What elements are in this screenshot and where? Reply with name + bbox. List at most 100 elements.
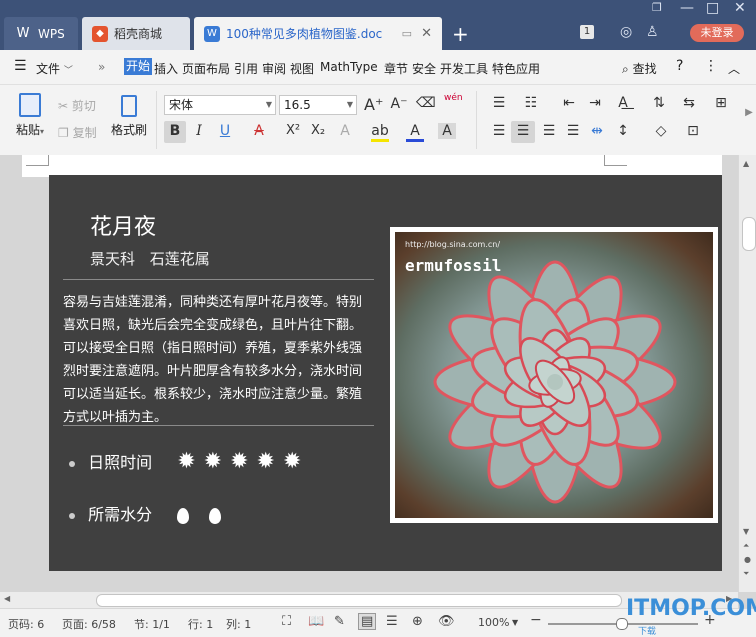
align-left-icon[interactable]: ☰ <box>490 123 508 139</box>
menu-tab-layout[interactable]: 页面布局 <box>182 60 230 77</box>
search-button[interactable]: ⌕ 查找 <box>622 60 657 77</box>
bold-button[interactable]: B <box>166 123 184 139</box>
line-spacing-icon[interactable]: ↕ <box>614 123 632 139</box>
prev-page-icon[interactable]: ⏶ <box>743 541 749 551</box>
shirt-icon[interactable]: ♙ <box>646 24 659 40</box>
numbering-icon[interactable]: ☷ <box>522 95 540 111</box>
font-color-button[interactable]: A <box>406 123 424 142</box>
scroll-left-icon[interactable]: ◀ <box>4 594 10 603</box>
subscript-button[interactable]: X₂ <box>309 123 327 138</box>
plant-photo: http://blog.sina.com.cn/ ermufossil <box>395 232 713 518</box>
table-tools-icon[interactable]: ⊞ <box>712 95 730 111</box>
sort-icon[interactable]: ⇅ <box>650 95 668 111</box>
restore-icon[interactable]: ❐ <box>652 1 662 14</box>
zoom-dropdown-icon[interactable]: ▼ <box>512 618 518 627</box>
skin-icon[interactable]: ◎ <box>620 24 632 40</box>
tab-wps-label: WPS <box>38 26 65 41</box>
shading-fill-icon[interactable]: ◇ <box>652 123 670 139</box>
more-menus-icon[interactable]: » <box>98 60 105 74</box>
font-name-select[interactable]: 宋体 ▼ <box>164 95 276 115</box>
menu-tab-review[interactable]: 审阅 <box>262 60 286 77</box>
menu-tab-view[interactable]: 视图 <box>290 60 314 77</box>
ribbon-scroll-icon[interactable]: ▶ <box>740 107 756 118</box>
new-tab-button[interactable]: + <box>452 22 469 46</box>
status-page-count[interactable]: 页面: 6/58 <box>62 616 116 632</box>
menu-tab-devtools[interactable]: 开发工具 <box>440 60 488 77</box>
help-icon[interactable]: ? <box>676 58 683 74</box>
scroll-thumb[interactable] <box>742 217 756 251</box>
scissors-icon: ✂ <box>58 99 69 113</box>
shrink-font-icon[interactable]: A⁻ <box>390 96 408 112</box>
format-painter-button[interactable]: 格式刷 <box>110 93 148 138</box>
reading-mode-icon[interactable]: 📖 <box>308 614 324 629</box>
hamburger-icon[interactable]: ☰ <box>14 58 27 74</box>
char-shading-button[interactable]: A <box>438 123 456 139</box>
decrease-indent-icon[interactable]: ⇤ <box>560 95 578 111</box>
status-column: 列: 1 <box>226 618 252 631</box>
file-menu[interactable]: 文件 ﹀ <box>36 60 73 77</box>
zoom-out-icon[interactable]: − <box>530 612 542 628</box>
justify-icon[interactable]: ☰ <box>564 123 582 139</box>
web-view-icon[interactable]: ⊕ <box>412 614 423 629</box>
title-bar: W WPS ◆ 稻壳商城 W 100种常见多肉植物图鉴.doc ▭ ✕ + 1 … <box>0 0 756 50</box>
clear-format-icon[interactable]: ⌫ <box>416 95 436 111</box>
menu-tab-insert[interactable]: 插入 <box>154 60 178 77</box>
next-page-icon[interactable]: ⏷ <box>743 569 749 579</box>
tab-document[interactable]: W 100种常见多肉植物图鉴.doc ▭ ✕ <box>194 17 442 50</box>
highlight-button[interactable]: ab <box>371 123 389 142</box>
superscript-button[interactable]: X² <box>284 123 302 138</box>
increase-indent-icon[interactable]: ⇥ <box>586 95 604 111</box>
chinese-layout-icon[interactable]: A͟ <box>614 95 632 111</box>
bullets-icon[interactable]: ☰ <box>490 95 508 111</box>
tab-close-icon[interactable]: ✕ <box>421 26 432 41</box>
font-size-select[interactable]: 16.5 ▼ <box>279 95 357 115</box>
border-icon[interactable]: ⊡ <box>684 123 702 139</box>
menu-tab-home[interactable]: 开始 <box>124 58 153 75</box>
paste-button[interactable]: 粘贴▾ <box>12 93 48 138</box>
menu-tab-reference[interactable]: 引用 <box>234 60 258 77</box>
menu-tab-features[interactable]: 特色应用 <box>492 60 540 77</box>
sun-icon: ✹ <box>230 449 257 474</box>
scroll-up-icon[interactable]: ▲ <box>743 159 749 168</box>
tab-docer-store[interactable]: ◆ 稻壳商城 <box>82 17 190 50</box>
pinyin-guide-icon[interactable]: wén <box>444 93 463 103</box>
plant-photo-frame[interactable]: http://blog.sina.com.cn/ ermufossil <box>390 227 718 523</box>
distributed-icon[interactable]: ⇹ <box>588 123 606 139</box>
window-count-badge[interactable]: 1 <box>580 25 594 39</box>
zoom-level[interactable]: 100% <box>478 616 509 629</box>
tab-float-icon[interactable]: ▭ <box>402 27 412 40</box>
italic-button[interactable]: I <box>190 123 208 139</box>
collapse-ribbon-icon[interactable]: ︿ <box>728 60 740 77</box>
vertical-scrollbar[interactable]: ▲ ▼ ⏶ ● ⏷ <box>738 155 756 592</box>
minimize-icon[interactable]: — <box>680 0 694 16</box>
underline-button[interactable]: U <box>216 123 234 139</box>
outline-view-icon[interactable]: ☰ <box>386 614 398 629</box>
page-view-icon[interactable]: ▤ <box>358 613 377 630</box>
menu-bar: ☰ 文件 ﹀ » 开始 插入 页面布局 引用 审阅 视图 MathType 章节… <box>0 50 756 85</box>
status-page-number[interactable]: 页码: 6 <box>8 616 44 632</box>
grow-font-icon[interactable]: A⁺ <box>364 95 383 114</box>
eye-protection-icon[interactable]: 👁 <box>438 614 455 629</box>
more-options-icon[interactable]: ⋮ <box>704 58 718 74</box>
align-right-icon[interactable]: ☰ <box>540 123 558 139</box>
fullscreen-icon[interactable]: ⛶ <box>282 614 291 629</box>
menu-tab-section[interactable]: 章节 <box>384 60 408 77</box>
text-effect-icon[interactable]: A <box>336 123 354 139</box>
hscroll-thumb[interactable] <box>96 594 622 607</box>
strikethrough-button[interactable]: A <box>250 123 268 139</box>
scroll-down-icon[interactable]: ▼ <box>743 527 749 536</box>
select-browse-icon[interactable]: ● <box>744 555 751 564</box>
copy-button[interactable]: ❐ 复制 <box>58 124 97 141</box>
align-center-icon[interactable]: ☰ <box>514 123 532 139</box>
cut-button[interactable]: ✂ 剪切 <box>58 97 96 114</box>
tab-wps-home[interactable]: W WPS <box>4 17 78 50</box>
menu-tab-mathtype[interactable]: MathType <box>320 60 378 74</box>
ribbon-toolbar: 粘贴▾ ✂ 剪切 ❐ 复制 格式刷 宋体 ▼ 16.5 ▼ A⁺ A⁻ ⌫ wé… <box>0 85 756 156</box>
maximize-icon[interactable]: □ <box>706 0 719 16</box>
login-button[interactable]: 未登录 <box>690 24 744 42</box>
close-window-icon[interactable]: ✕ <box>734 0 746 16</box>
show-marks-icon[interactable]: ⇆ <box>680 95 698 111</box>
edit-mode-icon[interactable]: ✎ <box>334 614 345 629</box>
status-section: 节: 1/1 <box>134 618 170 631</box>
menu-tab-security[interactable]: 安全 <box>412 60 436 77</box>
